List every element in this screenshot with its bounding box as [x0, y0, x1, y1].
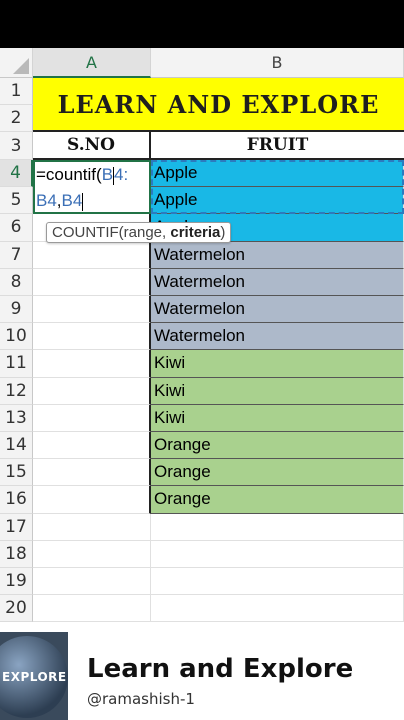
cell-b4[interactable]: Apple: [151, 160, 404, 188]
sheet-title[interactable]: LEARN AND EXPLORE: [33, 78, 404, 132]
channel-footer: EXPLORE Learn and Explore @ramashish-1: [0, 632, 404, 720]
channel-handle[interactable]: @ramashish-1: [87, 690, 195, 708]
cell-b10[interactable]: Watermelon: [151, 323, 404, 351]
row-header-3[interactable]: 3: [0, 132, 33, 160]
cell-b15[interactable]: Orange: [151, 459, 404, 487]
row-header-20[interactable]: 20: [0, 595, 33, 623]
row-header-16[interactable]: 16: [0, 486, 33, 514]
row-header-14[interactable]: 14: [0, 432, 33, 460]
cell-b16[interactable]: Orange: [151, 486, 404, 514]
formula-ref2: B4: [36, 191, 57, 210]
cell-b18[interactable]: [151, 540, 404, 568]
cell-a9[interactable]: [33, 296, 151, 324]
cell-b9[interactable]: Watermelon: [151, 296, 404, 324]
cell-b7[interactable]: Watermelon: [151, 241, 404, 269]
header-fruit[interactable]: FRUIT: [151, 132, 404, 160]
row-header-12[interactable]: 12: [0, 377, 33, 405]
function-tooltip[interactable]: COUNTIF(range, criteria): [46, 222, 232, 243]
tooltip-arg: criteria: [170, 224, 221, 241]
cell-a17[interactable]: [33, 513, 151, 541]
cell-a18[interactable]: [33, 540, 151, 568]
cell-a15[interactable]: [33, 459, 151, 487]
channel-logo[interactable]: EXPLORE: [0, 632, 68, 720]
row-header-8[interactable]: 8: [0, 268, 33, 296]
cell-a20[interactable]: [33, 595, 151, 623]
cell-a14[interactable]: [33, 432, 151, 460]
formula-ref3: B4: [61, 191, 83, 210]
cell-a11[interactable]: [33, 350, 151, 378]
cell-a19[interactable]: [33, 568, 151, 596]
cell-a7[interactable]: [33, 241, 151, 269]
tooltip-func: COUNTIF(range,: [52, 224, 171, 241]
row-header-9[interactable]: 9: [0, 296, 33, 324]
row-header-10[interactable]: 10: [0, 323, 33, 351]
select-all-corner[interactable]: [0, 48, 33, 78]
cell-b14[interactable]: Orange: [151, 432, 404, 460]
formula-ref-line1-a: B: [101, 165, 114, 184]
cell-b20[interactable]: [151, 595, 404, 623]
cell-a16[interactable]: [33, 486, 151, 514]
row-header-18[interactable]: 18: [0, 540, 33, 568]
cell-a12[interactable]: [33, 377, 151, 405]
row-header-11[interactable]: 11: [0, 350, 33, 378]
formula-ref-line1-b: 4:: [114, 165, 129, 184]
insertion-caret-icon: [82, 192, 84, 211]
column-header-a[interactable]: A: [33, 48, 151, 78]
logo-text: EXPLORE: [2, 670, 67, 684]
row-header-17[interactable]: 17: [0, 513, 33, 541]
row-header-15[interactable]: 15: [0, 459, 33, 487]
row-header-13[interactable]: 13: [0, 404, 33, 432]
row-header-2[interactable]: 2: [0, 105, 33, 132]
row-header-19[interactable]: 19: [0, 568, 33, 596]
cell-b17[interactable]: [151, 513, 404, 541]
formula-prefix: =countif(: [36, 165, 102, 184]
row-header-1[interactable]: 1: [0, 78, 33, 105]
cell-b19[interactable]: [151, 568, 404, 596]
row-header-5[interactable]: 5: [0, 187, 33, 215]
row-header-7[interactable]: 7: [0, 241, 33, 269]
formula-edit-cell[interactable]: =countif(B4: B4,B4: [33, 160, 151, 214]
row-header-6[interactable]: 6: [0, 214, 33, 242]
row-header-4[interactable]: 4: [0, 160, 33, 188]
cell-a13[interactable]: [33, 404, 151, 432]
cell-a8[interactable]: [33, 268, 151, 296]
cell-b12[interactable]: Kiwi: [151, 377, 404, 405]
column-header-b[interactable]: B: [151, 48, 404, 78]
select-all-triangle-icon: [13, 58, 29, 74]
cell-b8[interactable]: Watermelon: [151, 268, 404, 296]
spreadsheet: A B 1 2 3 4 5 6 7 8 9 10 11 12 13 14 15 16 17 18 19 20 LEAR…: [0, 48, 404, 632]
header-sno[interactable]: S.NO: [33, 132, 151, 160]
cell-a10[interactable]: [33, 323, 151, 351]
cell-b11[interactable]: Kiwi: [151, 350, 404, 378]
cell-b13[interactable]: Kiwi: [151, 404, 404, 432]
cell-b5[interactable]: Apple: [151, 187, 404, 215]
channel-name[interactable]: Learn and Explore: [87, 654, 353, 684]
tooltip-close: ): [220, 224, 226, 241]
